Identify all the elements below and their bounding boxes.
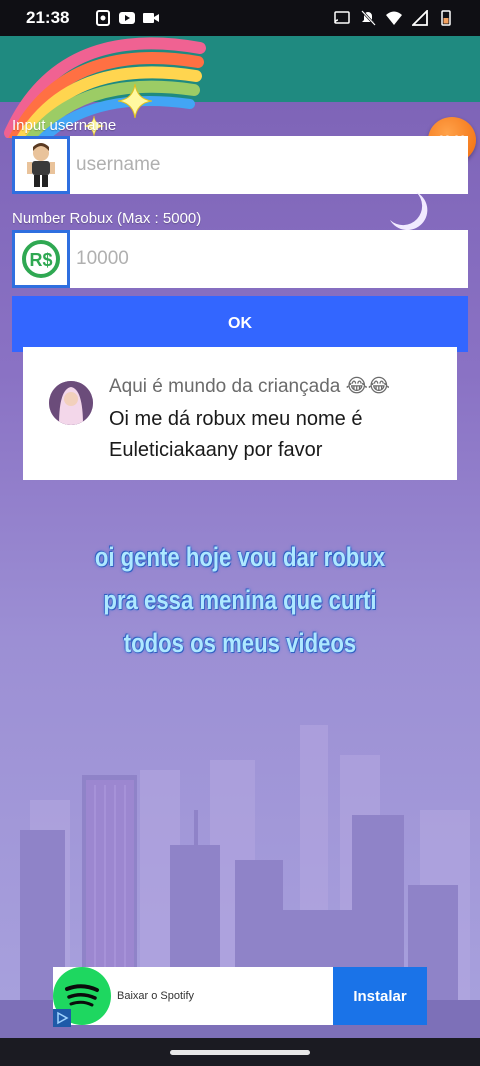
comment-text-line1: Oi me dá robux meu nome é (109, 408, 363, 430)
caption-line1: oi gente hoje vou dar robux (94, 542, 386, 572)
sparkle-icon (118, 84, 152, 118)
youtube-icon (119, 12, 136, 24)
home-gesture-bar[interactable] (170, 1049, 310, 1055)
comment-author: Aqui é mundo da criançada 😂😂 (109, 376, 391, 397)
comment-card: Aqui é mundo da criançada 😂😂 Oi me dá ro… (23, 347, 457, 480)
signal-icon (412, 10, 428, 26)
wifi-icon (386, 11, 402, 25)
video-caption: oi gente hoje vou dar robux pra essa men… (43, 536, 437, 665)
username-input[interactable] (70, 136, 468, 194)
navigation-bar (0, 1038, 480, 1066)
robux-icon: R$ (12, 230, 70, 288)
cast-icon (334, 11, 350, 24)
commenter-avatar (49, 381, 93, 425)
video-camera-icon (143, 13, 160, 23)
username-row (12, 136, 468, 194)
status-right-icons (334, 10, 454, 26)
battery-icon (441, 10, 451, 26)
comment-text-line2: Euleticiakaany por favor (109, 439, 323, 461)
install-button[interactable]: Instalar (333, 967, 427, 1025)
robux-row: R$ (12, 230, 468, 288)
caption-line2: pra essa menina que curti (103, 585, 377, 615)
ad-banner[interactable]: Baixar o Spotify Instalar (53, 967, 427, 1025)
mute-icon (361, 10, 376, 26)
robux-input[interactable] (70, 230, 468, 288)
robux-label: Number Robux (Max : 5000) (12, 210, 202, 227)
caption-line3: todos os meus videos (123, 628, 357, 658)
ad-text: Baixar o Spotify (117, 990, 195, 1002)
svg-text:R$: R$ (29, 250, 52, 270)
avatar-icon (12, 136, 70, 194)
ad-choices-icon[interactable] (53, 1009, 71, 1027)
status-left-icons (95, 10, 160, 26)
username-label: Input username (12, 117, 117, 134)
ok-button[interactable]: OK (12, 296, 468, 352)
screen-record-icon (96, 10, 111, 26)
status-time: 21:38 (26, 8, 70, 27)
moon-icon (390, 192, 428, 231)
comment-body: Aqui é mundo da criançada 😂😂 Oi me dá ro… (109, 375, 390, 480)
